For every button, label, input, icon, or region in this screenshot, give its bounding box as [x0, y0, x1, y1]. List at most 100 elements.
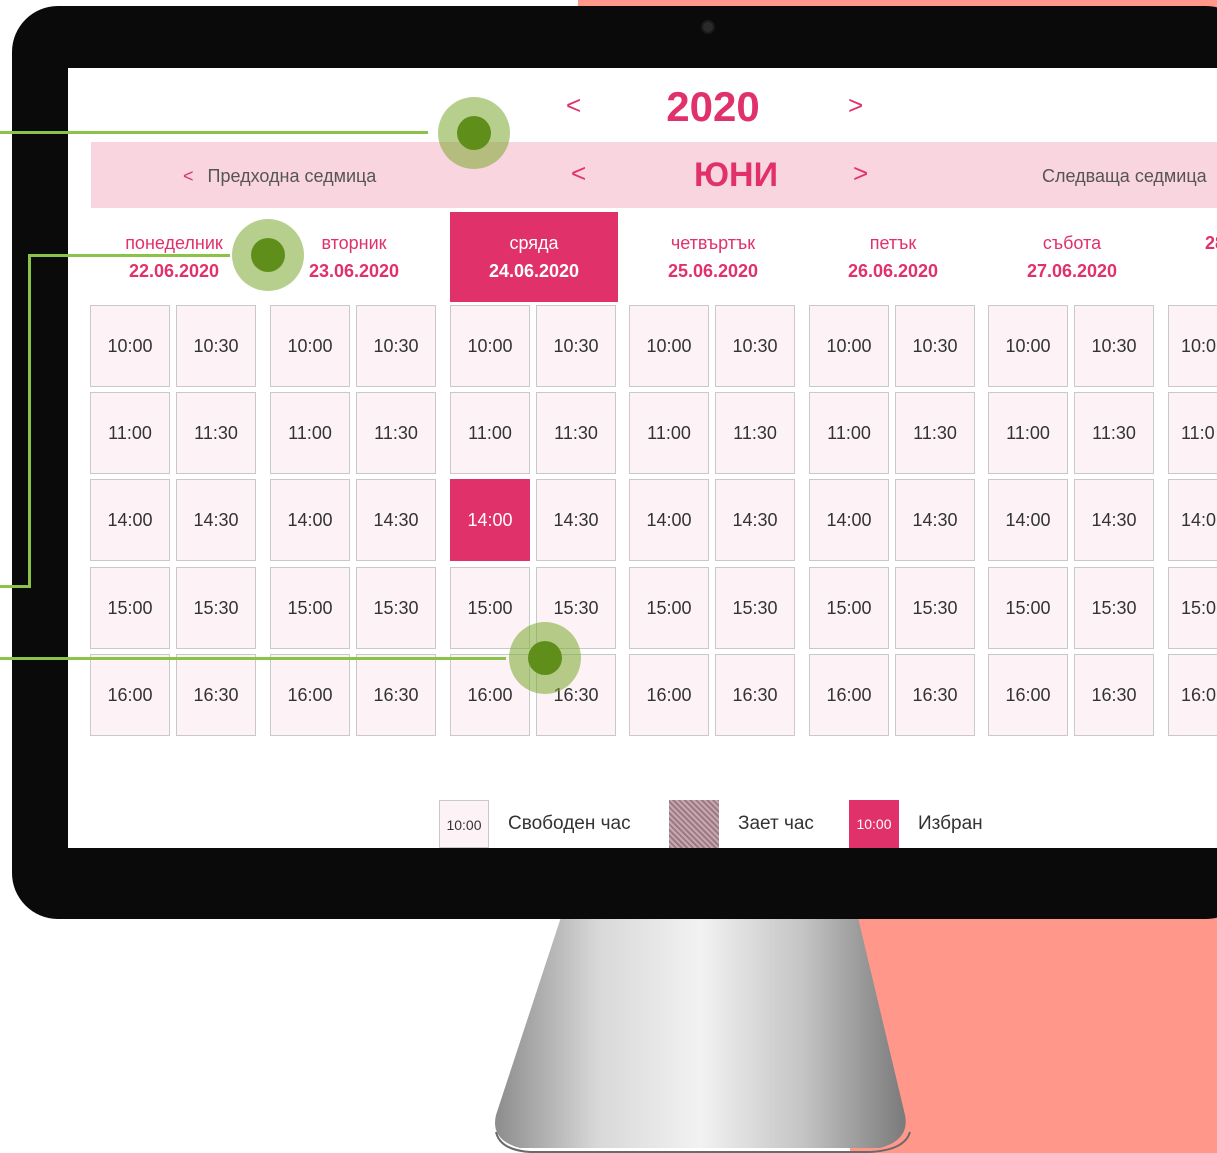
day-date: 24.06.2020	[488, 261, 580, 281]
time-slot-saturday[interactable]: 10:30	[1074, 305, 1154, 387]
time-slot-thursday[interactable]: 10:00	[629, 305, 709, 387]
time-slot-monday[interactable]: 11:30	[176, 392, 256, 474]
time-slot-saturday[interactable]: 11:30	[1074, 392, 1154, 474]
next-week-link[interactable]: Следваща седмица	[1042, 164, 1207, 188]
month-bar: < Предходна седмица < ЮНИ > Следваща седм…	[91, 142, 1217, 208]
time-slot-tuesday[interactable]: 16:00	[270, 654, 350, 736]
legend-busy-label: Зает час	[738, 813, 814, 834]
time-slot-thursday[interactable]: 11:30	[715, 392, 795, 474]
time-slot-thursday[interactable]: 10:30	[715, 305, 795, 387]
time-slot-monday[interactable]: 10:00	[90, 305, 170, 387]
prev-week-label: Предходна седмица	[207, 166, 377, 186]
time-slot-friday[interactable]: 15:30	[895, 567, 975, 649]
day-name: сряда	[509, 233, 559, 253]
prev-week-chevron-icon: <	[183, 166, 194, 186]
day-header-thursday[interactable]: четвъртък 25.06.2020	[629, 212, 797, 302]
annotation-marker-year	[438, 97, 510, 169]
day-header-sunday[interactable]: 28	[1168, 212, 1217, 302]
day-date: 28	[1205, 233, 1217, 253]
annotation-dot	[528, 641, 562, 675]
time-slot-thursday[interactable]: 14:00	[629, 479, 709, 561]
camera-icon	[703, 22, 713, 32]
prev-year-chevron-icon[interactable]: <	[566, 90, 581, 120]
time-slot-thursday[interactable]: 16:00	[629, 654, 709, 736]
time-slot-thursday[interactable]: 16:30	[715, 654, 795, 736]
annotation-dot	[251, 238, 285, 272]
time-slot-monday[interactable]: 10:30	[176, 305, 256, 387]
time-slot-friday[interactable]: 16:30	[895, 654, 975, 736]
time-slot-thursday[interactable]: 15:00	[629, 567, 709, 649]
time-slot-thursday[interactable]: 15:30	[715, 567, 795, 649]
time-slot-monday[interactable]: 16:30	[176, 654, 256, 736]
next-year-chevron-icon[interactable]: >	[848, 90, 863, 120]
year-title: 2020	[666, 83, 760, 130]
time-slot-sunday[interactable]: 14:0	[1168, 479, 1217, 561]
time-slot-wednesday[interactable]: 10:00	[450, 305, 530, 387]
time-slot-tuesday[interactable]: 15:00	[270, 567, 350, 649]
time-slot-saturday[interactable]: 11:00	[988, 392, 1068, 474]
day-header-wednesday[interactable]: сряда 24.06.2020	[450, 212, 618, 302]
day-date: 26.06.2020	[847, 261, 939, 281]
time-slot-saturday[interactable]: 15:30	[1074, 567, 1154, 649]
time-slot-monday[interactable]: 14:30	[176, 479, 256, 561]
time-slot-saturday[interactable]: 15:00	[988, 567, 1068, 649]
legend-chosen-label: Избран	[918, 813, 983, 834]
time-slot-monday[interactable]: 14:00	[90, 479, 170, 561]
month-title: ЮНИ	[693, 156, 779, 194]
time-slot-friday[interactable]: 11:00	[809, 392, 889, 474]
time-slot-friday[interactable]: 10:30	[895, 305, 975, 387]
time-slot-saturday[interactable]: 16:30	[1074, 654, 1154, 736]
time-slot-tuesday[interactable]: 16:30	[356, 654, 436, 736]
time-slot-thursday[interactable]: 11:00	[629, 392, 709, 474]
time-slot-friday[interactable]: 11:30	[895, 392, 975, 474]
time-slot-sunday[interactable]: 11:0	[1168, 392, 1217, 474]
day-header-saturday[interactable]: събота 27.06.2020	[988, 212, 1156, 302]
time-slot-saturday[interactable]: 10:00	[988, 305, 1068, 387]
time-slot-tuesday[interactable]: 10:30	[356, 305, 436, 387]
time-slot-thursday[interactable]: 14:30	[715, 479, 795, 561]
day-date: 27.06.2020	[1026, 261, 1118, 281]
time-slot-tuesday[interactable]: 11:30	[356, 392, 436, 474]
prev-week-link[interactable]: < Предходна седмица	[183, 164, 376, 188]
time-slot-wednesday[interactable]: 11:30	[536, 392, 616, 474]
time-slot-wednesday[interactable]: 11:00	[450, 392, 530, 474]
prev-month-chevron-icon[interactable]: <	[571, 158, 586, 188]
time-slot-tuesday[interactable]: 14:00	[270, 479, 350, 561]
time-slot-tuesday[interactable]: 11:00	[270, 392, 350, 474]
time-slot-friday[interactable]: 15:00	[809, 567, 889, 649]
annotation-line-day	[30, 254, 230, 257]
time-slot-friday[interactable]: 10:00	[809, 305, 889, 387]
time-slot-friday[interactable]: 14:00	[809, 479, 889, 561]
time-slot-tuesday[interactable]: 10:00	[270, 305, 350, 387]
annotation-line-slot	[0, 657, 506, 660]
legend-free-label: Свободен час	[508, 813, 631, 834]
time-slot-monday[interactable]: 15:00	[90, 567, 170, 649]
annotation-line-day-stub	[0, 585, 31, 588]
time-slot-tuesday[interactable]: 14:30	[356, 479, 436, 561]
time-slot-saturday[interactable]: 14:00	[988, 479, 1068, 561]
time-slot-monday[interactable]: 15:30	[176, 567, 256, 649]
time-slot-saturday[interactable]: 16:00	[988, 654, 1068, 736]
time-slot-tuesday[interactable]: 15:30	[356, 567, 436, 649]
time-slot-monday[interactable]: 11:00	[90, 392, 170, 474]
time-slot-wednesday[interactable]: 14:00	[450, 479, 530, 561]
next-month-chevron-icon[interactable]: >	[853, 158, 868, 188]
annotation-line-day-vertical	[28, 254, 31, 588]
legend-free-sample: 10:00	[439, 800, 489, 848]
time-slot-sunday[interactable]: 10:0	[1168, 305, 1217, 387]
time-slot-friday[interactable]: 14:30	[895, 479, 975, 561]
legend-busy-sample	[669, 800, 719, 848]
time-slot-wednesday[interactable]: 14:30	[536, 479, 616, 561]
time-slot-saturday[interactable]: 14:30	[1074, 479, 1154, 561]
time-slot-wednesday[interactable]: 10:30	[536, 305, 616, 387]
booking-screen: < 2020 > < Предходна седмица < ЮНИ > След…	[68, 68, 1217, 848]
day-header-friday[interactable]: петък 26.06.2020	[809, 212, 977, 302]
annotation-marker-slot	[509, 622, 581, 694]
time-slot-sunday[interactable]: 15:0	[1168, 567, 1217, 649]
day-name: събота	[1042, 233, 1102, 253]
time-slot-monday[interactable]: 16:00	[90, 654, 170, 736]
time-slot-sunday[interactable]: 16:0	[1168, 654, 1217, 736]
day-name: четвъртък	[670, 233, 756, 253]
time-slot-friday[interactable]: 16:00	[809, 654, 889, 736]
day-date: 25.06.2020	[667, 261, 759, 281]
